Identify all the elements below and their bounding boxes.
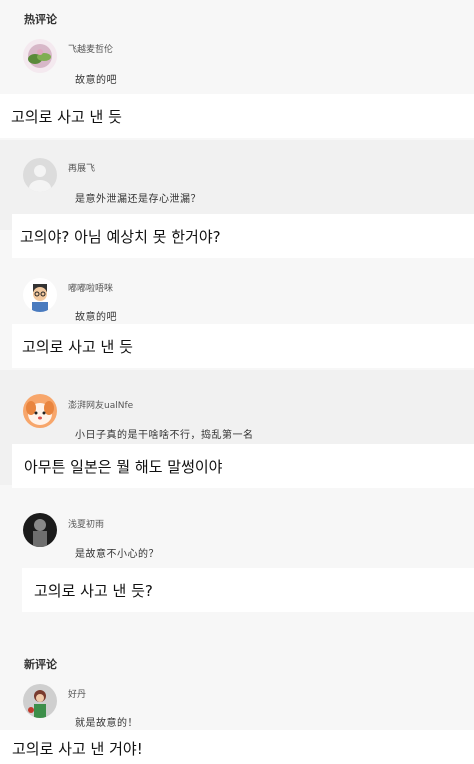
avatar[interactable] [23, 394, 57, 428]
comment-username[interactable]: 飞越麦哲伦 [68, 42, 113, 55]
comment-username[interactable]: 再展飞 [68, 161, 95, 174]
avatar[interactable] [23, 684, 57, 718]
comment-text: 就是故意的！ [75, 718, 138, 729]
comment-username[interactable]: 浅夏初雨 [68, 517, 104, 530]
avatar[interactable] [23, 513, 57, 547]
translation-text: 고의로 사고 낸 거야! [12, 740, 143, 758]
comment-text: 是故意不小心的？ [75, 549, 159, 560]
translation-text: 고의로 사고 낸 듯 [22, 338, 133, 356]
translation-text: 아무튼 일본은 뭘 해도 말썽이야 [24, 458, 223, 476]
comment-username[interactable]: 澎湃网友ualNfe [68, 398, 133, 411]
avatar[interactable] [23, 158, 57, 192]
new-comments-title: 新评论 [24, 658, 57, 671]
hot-comments-title: 热评论 [24, 13, 57, 26]
comment-username[interactable]: 嘟嘟啦唔咪 [68, 281, 113, 294]
comment-text: 是意外泄漏还是存心泄漏？ [75, 194, 201, 205]
translation-text: 고의로 사고 낸 듯? [34, 582, 153, 600]
translation-box: 아무튼 일본은 뭘 해도 말썽이야 [12, 444, 474, 488]
translation-box: 고의로 사고 낸 거야! [0, 730, 474, 764]
avatar[interactable] [23, 278, 57, 312]
translation-box: 고의로 사고 낸 듯? [22, 568, 474, 612]
avatar[interactable] [23, 39, 57, 73]
comment-text: 小日子真的是干啥啥不行，捣乱第一名 [75, 430, 254, 441]
translation-box: 고의야? 아님 예상치 못 한거야? [12, 214, 474, 258]
translation-text: 고의야? 아님 예상치 못 한거야? [20, 228, 221, 246]
translation-text: 고의로 사고 낸 듯 [11, 108, 122, 126]
translation-box: 고의로 사고 낸 듯 [12, 324, 474, 368]
comment-text: 故意的吧 [75, 312, 117, 323]
comment-text: 故意的吧 [75, 75, 117, 86]
comment-username[interactable]: 好丹 [68, 687, 86, 700]
translation-box: 고의로 사고 낸 듯 [0, 94, 474, 138]
